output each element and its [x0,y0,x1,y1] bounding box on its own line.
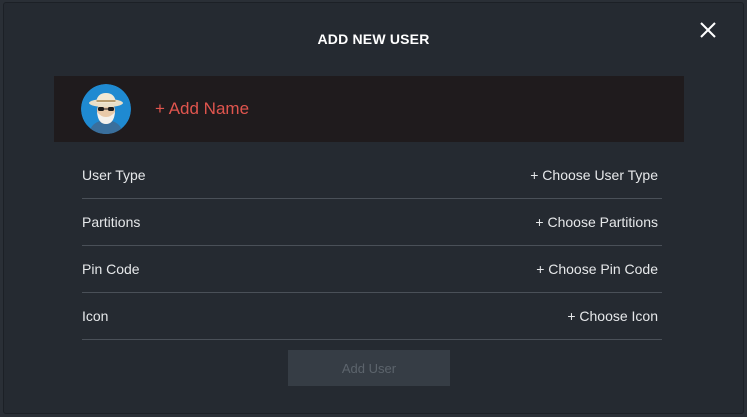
close-icon[interactable] [699,21,717,39]
field-row-icon[interactable]: Icon + Choose Icon [82,293,662,340]
field-label: Partitions [82,214,141,230]
choose-user-type-link[interactable]: + Choose User Type [530,167,658,183]
add-name-input[interactable]: + Add Name [155,99,249,119]
field-row-user-type[interactable]: User Type + Choose User Type [82,152,662,199]
field-row-pin-code[interactable]: Pin Code + Choose Pin Code [82,246,662,293]
avatar[interactable] [81,84,131,134]
choose-icon-link[interactable]: + Choose Icon [567,308,658,324]
add-user-dialog: ADD NEW USER + Add Name User Type + Choo… [4,3,743,413]
field-label: User Type [82,167,146,183]
choose-partitions-link[interactable]: + Choose Partitions [535,214,658,230]
choose-pin-code-link[interactable]: + Choose Pin Code [536,261,658,277]
field-label: Icon [82,308,109,324]
user-fields-list: User Type + Choose User Type Partitions … [82,152,662,340]
dialog-title: ADD NEW USER [317,31,430,47]
field-row-partitions[interactable]: Partitions + Choose Partitions [82,199,662,246]
name-row: + Add Name [54,76,684,142]
add-user-button[interactable]: Add User [288,350,450,386]
field-label: Pin Code [82,261,140,277]
